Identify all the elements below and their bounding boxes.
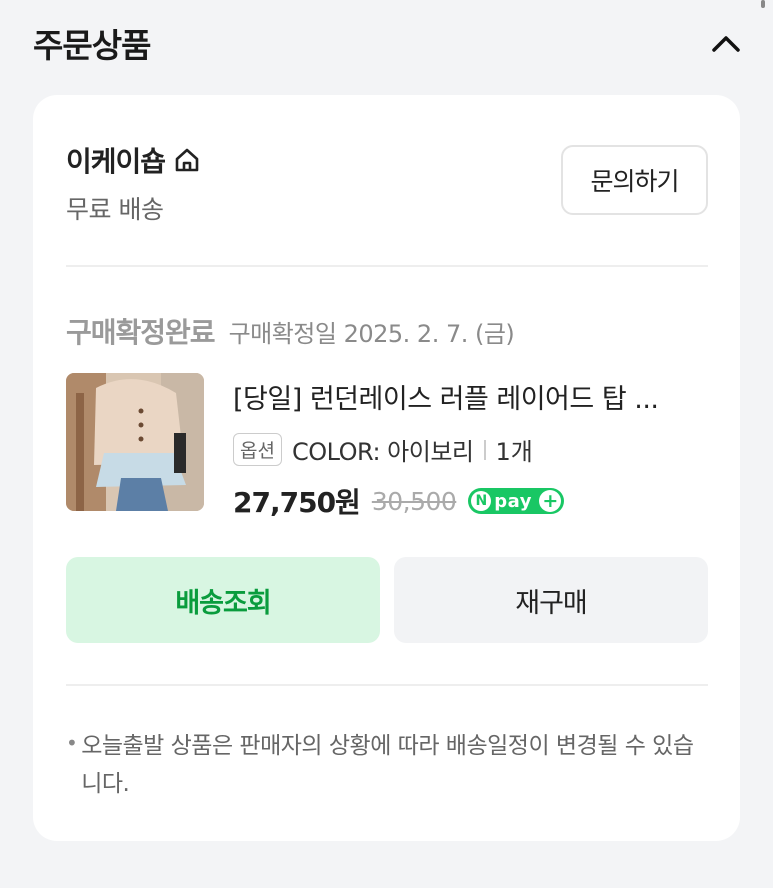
scrollbar[interactable] (761, 0, 765, 8)
order-status: 구매확정완료 (66, 316, 216, 349)
quantity: 1개 (495, 438, 533, 466)
rebuy-button[interactable]: 재구매 (394, 557, 708, 643)
notice-text: 오늘출발 상품은 판매자의 상황에 따라 배송일정이 변경될 수 있습니다. (81, 733, 694, 797)
option-row: 옵션 COLOR: 아이보리 1개 (233, 432, 708, 467)
price-row: 27,750원 30,500 N pay + (233, 481, 708, 521)
divider (66, 265, 708, 267)
product-title[interactable]: [당일] 런던레이스 러플 레이어드 탑 ... (233, 377, 703, 416)
option-text: COLOR: 아이보리 (291, 438, 474, 466)
option-separator (483, 439, 486, 460)
sale-price: 27,750원 (233, 486, 361, 519)
divider (66, 684, 708, 686)
npay-n-icon: N (471, 491, 492, 511)
plus-icon: + (539, 489, 562, 512)
inquiry-button[interactable]: 문의하기 (561, 145, 708, 215)
original-price: 30,500 (371, 486, 457, 516)
store-name: 이케이숍 (66, 145, 166, 178)
confirm-date: 구매확정일 2025. 2. 7. (금) (228, 320, 515, 348)
order-card: 이케이숍 무료 배송 문의하기 구매확정완료 구매확정일 2025. 2. 7.… (33, 95, 740, 841)
section-header: 주문상품 (33, 18, 743, 68)
npay-plus-badge: N pay + (468, 488, 565, 514)
order-status-row: 구매확정완료 구매확정일 2025. 2. 7. (금) (66, 311, 515, 351)
plus-glyph: + (542, 489, 559, 512)
product-info: [당일] 런던레이스 러플 레이어드 탑 ... 옵션 COLOR: 아이보리 … (233, 377, 708, 521)
track-delivery-button[interactable]: 배송조회 (66, 557, 380, 643)
chevron-up-icon (712, 36, 740, 52)
delivery-notice: • 오늘출발 상품은 판매자의 상황에 따라 배송일정이 변경될 수 있습니다. (66, 727, 708, 803)
collapse-button[interactable] (709, 26, 743, 60)
section-title: 주문상품 (33, 26, 151, 65)
bullet-glyph: • (66, 731, 78, 755)
product-thumbnail[interactable] (66, 373, 204, 511)
npay-label: pay (494, 490, 533, 512)
store-row: 이케이숍 무료 배송 문의하기 (66, 140, 708, 230)
product-image (66, 373, 204, 511)
home-icon (175, 148, 199, 172)
option-badge: 옵션 (233, 433, 282, 466)
